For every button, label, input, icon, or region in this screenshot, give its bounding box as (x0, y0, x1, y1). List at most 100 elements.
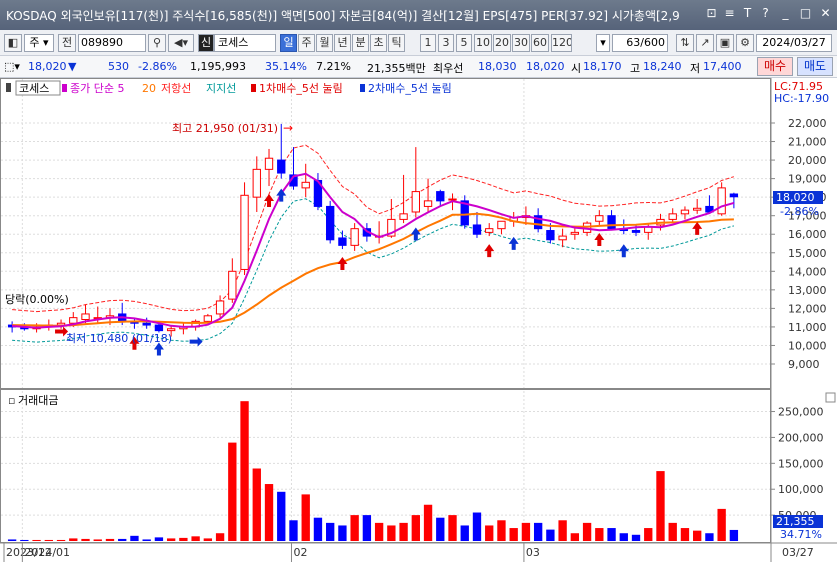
interval-button-120[interactable]: 120 (551, 34, 572, 52)
price-tick-label: 9,000 (788, 358, 820, 371)
layout-icon[interactable]: ⊡ (704, 6, 719, 21)
price-tick-label: 14,000 (788, 265, 827, 278)
minimize-button[interactable]: _ (778, 6, 793, 21)
prev-button[interactable]: 전 (58, 34, 76, 52)
help-icon[interactable]: ? (758, 6, 773, 21)
buy-button[interactable]: 매수 (757, 57, 793, 76)
volume-bar (411, 515, 420, 541)
settings-icon[interactable]: ⚙ (736, 34, 754, 52)
volume-bar (240, 401, 249, 541)
period-tab-6[interactable]: 틱 (388, 34, 405, 52)
candle-body (448, 198, 457, 201)
low-price: 17,400 (703, 60, 742, 73)
quote-selector-icon[interactable]: ⬚▾ (4, 60, 26, 73)
candle-body (472, 224, 482, 235)
text-icon[interactable]: T (740, 6, 755, 21)
volume-bar (644, 528, 653, 541)
volume-bar (582, 522, 592, 541)
volume-bar (81, 538, 90, 541)
candle-body (693, 207, 702, 211)
candle-body (595, 215, 604, 222)
candle-body (497, 220, 506, 230)
candle-body (326, 205, 335, 241)
menu-icon[interactable]: ≡ (722, 6, 737, 21)
candle-body (631, 230, 641, 233)
period-tab-0[interactable]: 일 (280, 34, 297, 52)
volume-bar (166, 538, 176, 541)
panel-toggle-icon[interactable]: ◧ (4, 34, 22, 52)
volume-bar (118, 538, 127, 541)
interval-button-1[interactable]: 1 (420, 34, 436, 52)
interval-button-30[interactable]: 30 (512, 34, 530, 52)
candle-body (411, 191, 420, 213)
stock-name-field[interactable]: 코세스 (214, 34, 276, 52)
price-tick-label: 16,000 (788, 228, 827, 241)
period-tab-2[interactable]: 월 (316, 34, 333, 52)
date-tick-label: 02 (293, 546, 307, 559)
candle-body (228, 270, 237, 300)
candle-body (485, 228, 494, 233)
period-tab-4[interactable]: 분 (352, 34, 369, 52)
volume-bar (56, 539, 66, 541)
candle-body (558, 235, 567, 241)
legend-resistance: 저항선 (161, 82, 191, 95)
legend-band1-swatch (251, 84, 256, 92)
current-pct-tag: -2.86% (780, 205, 819, 218)
volume-bar (215, 533, 225, 541)
indicator-icon[interactable]: ⇅ (676, 34, 694, 52)
maximize-button[interactable]: □ (798, 6, 813, 21)
sound-icon[interactable]: ◀▾ (168, 34, 194, 52)
volume-bar (607, 528, 616, 541)
volume-bar (32, 539, 41, 541)
volume-bar (509, 528, 518, 541)
candle-body (338, 237, 347, 246)
volume-bar (546, 529, 555, 541)
price-change: 530 (108, 60, 129, 73)
volume-bar (436, 517, 445, 541)
chart-area[interactable]: 22,00021,00020,00019,00018,00017,00016,0… (0, 78, 837, 562)
interval-button-60[interactable]: 60 (531, 34, 549, 52)
volume-panel-collapse-icon[interactable] (825, 392, 836, 403)
volume-bar (668, 522, 677, 541)
volume-bar (448, 515, 457, 541)
count-field[interactable]: 63/600 (612, 34, 668, 52)
close-button[interactable]: ✕ (818, 6, 833, 21)
volume-bar (533, 522, 543, 541)
date-field[interactable]: 2024/03/27 (756, 34, 832, 52)
period-tab-3[interactable]: 년 (334, 34, 351, 52)
volume-bar (570, 533, 580, 541)
volume-tick-label: 100,000 (778, 483, 824, 496)
current-price: 18,020 (28, 60, 67, 73)
interval-button-3[interactable]: 3 (438, 34, 454, 52)
candle-body (69, 317, 78, 324)
interval-button-20[interactable]: 20 (493, 34, 511, 52)
period-tab-1[interactable]: 주 (298, 34, 315, 52)
volume-bar (154, 537, 164, 541)
sell-button[interactable]: 매도 (797, 57, 833, 76)
draw-icon[interactable]: ↗ (696, 34, 714, 52)
volume-bar (69, 538, 78, 541)
candle-body (240, 194, 249, 270)
interval-button-10[interactable]: 10 (474, 34, 492, 52)
volume-bar (301, 494, 310, 541)
mode-select[interactable]: 주 ▾ (24, 34, 54, 52)
interval-button-5[interactable]: 5 (456, 34, 472, 52)
search-icon[interactable]: ⚲ (148, 34, 166, 52)
volume-tick-label: 150,000 (778, 457, 824, 470)
high-annotation-arrow-icon: → (283, 121, 293, 135)
candle-body (668, 213, 677, 220)
volume-bar (338, 525, 347, 541)
stock-code-input[interactable]: 089890 (78, 34, 146, 52)
legend-band2: 2차매수_5선 눌림 (368, 82, 452, 95)
period-tab-5[interactable]: 초 (370, 34, 387, 52)
save-icon[interactable]: ▣ (716, 34, 734, 52)
volume-bar (558, 520, 567, 541)
candle-body (546, 230, 555, 241)
interval-dropdown[interactable]: ▾ (596, 34, 610, 52)
volume-bar (228, 442, 237, 541)
volume-bar (130, 535, 139, 541)
date-tick-label: 03 (526, 546, 540, 559)
volume-bar (472, 512, 482, 541)
volume-bar (277, 491, 286, 541)
price-change-pct: -2.86% (138, 60, 177, 73)
